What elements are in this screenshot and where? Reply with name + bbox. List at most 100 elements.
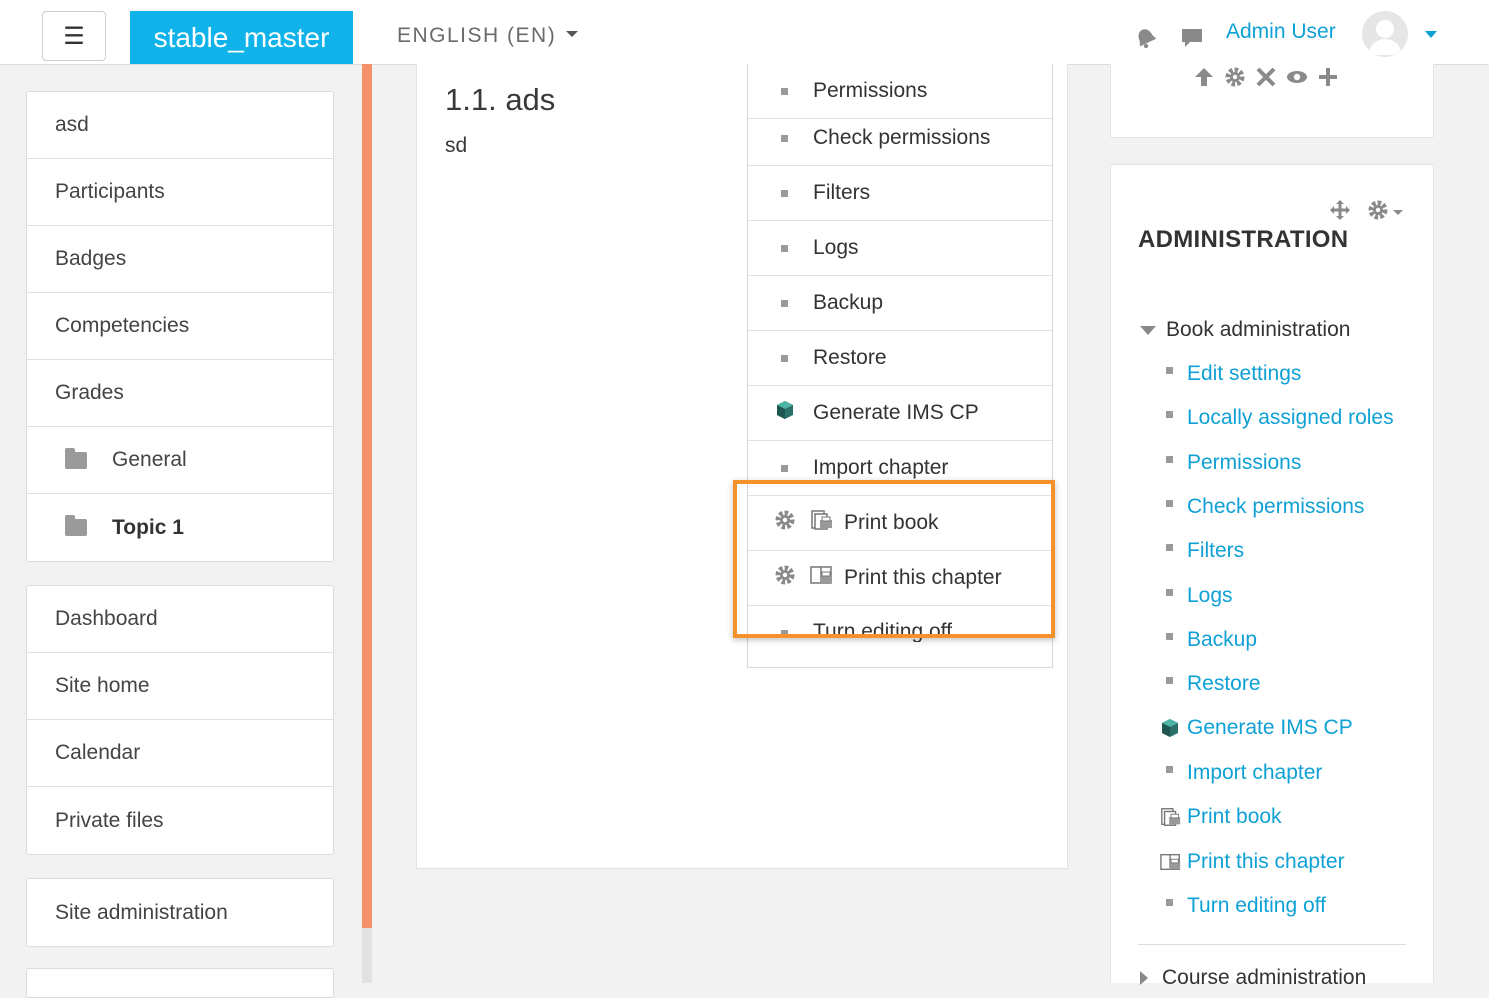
admin-link-locally-assigned-roles[interactable]: Locally assigned roles — [1160, 406, 1394, 430]
divider — [1138, 944, 1406, 945]
drawer-edge — [362, 64, 372, 928]
nav-item-label: Site administration — [55, 900, 228, 924]
nav-card-partial — [26, 968, 334, 998]
language-label: ENGLISH (EN) — [397, 24, 557, 47]
chat-icon[interactable] — [1180, 26, 1204, 55]
admin-link-generate-ims-cp[interactable]: Generate IMS CP — [1160, 716, 1353, 740]
block-controls — [1193, 66, 1339, 93]
bullet-icon — [781, 299, 788, 307]
nav-item-calendar[interactable]: Calendar — [27, 720, 333, 787]
bullet-icon — [1166, 765, 1173, 773]
plus-icon[interactable] — [1317, 66, 1339, 93]
nav-item-label: Grades — [55, 381, 124, 404]
admin-link-edit-settings[interactable]: Edit settings — [1160, 362, 1301, 386]
language-menu[interactable]: ENGLISH (EN) — [397, 24, 579, 48]
admin-link-restore[interactable]: Restore — [1160, 672, 1261, 696]
admin-link-label: Permissions — [1187, 451, 1302, 474]
admin-link-turn-editing-off[interactable]: Turn editing off — [1160, 894, 1326, 918]
nav-item-competencies[interactable]: Competencies — [27, 293, 333, 360]
user-menu-chevron-icon[interactable] — [1425, 31, 1437, 38]
menu-item-logs[interactable]: Logs — [748, 221, 1052, 276]
nav-item-label: Calendar — [55, 741, 141, 764]
admin-link-label: Locally assigned roles — [1187, 406, 1394, 429]
move-icon[interactable] — [1329, 199, 1351, 226]
admin-link-label: Backup — [1187, 628, 1258, 651]
bell-icon[interactable] — [1134, 26, 1158, 55]
nav-item-label: Private files — [55, 808, 164, 832]
menu-item-label: Check permissions — [813, 126, 991, 149]
gear-icon — [1367, 199, 1389, 226]
menu-item-label: Logs — [813, 236, 859, 259]
nav-item-label: Competencies — [55, 314, 190, 337]
admin-link-print-book[interactable]: Print book — [1160, 805, 1282, 829]
bullet-icon — [1166, 543, 1173, 551]
admin-link-check-permissions[interactable]: Check permissions — [1160, 495, 1364, 519]
book-administration-toggle[interactable]: Book administration — [1140, 318, 1350, 342]
menu-item-label: Import chapter — [813, 456, 949, 479]
nav-item-label: Badges — [55, 247, 127, 270]
caret-down-icon — [1140, 325, 1156, 335]
admin-link-print-chapter[interactable]: Print this chapter — [1160, 850, 1345, 874]
menu-item-restore[interactable]: Restore — [748, 331, 1052, 386]
arrow-up-icon[interactable] — [1193, 66, 1215, 93]
user-name[interactable]: Admin User — [1226, 20, 1336, 44]
chapter-title: 1.1. ads — [445, 82, 556, 117]
nav-item-badges[interactable]: Badges — [27, 226, 333, 293]
course-administration-toggle[interactable]: Course administration — [1140, 966, 1366, 990]
admin-link-label: Turn editing off — [1187, 894, 1326, 917]
admin-link-logs[interactable]: Logs — [1160, 584, 1233, 608]
bullet-icon — [781, 87, 788, 95]
chevron-down-icon — [566, 31, 579, 38]
nav-item-topic-1[interactable]: Topic 1 — [27, 494, 333, 561]
cube-icon — [775, 400, 795, 426]
admin-nav-card: Site administration — [26, 878, 334, 947]
nav-item-label: asd — [55, 113, 89, 136]
admin-link-filters[interactable]: Filters — [1160, 539, 1244, 563]
nav-item-private-files[interactable]: Private files — [27, 787, 333, 854]
eye-icon[interactable] — [1286, 66, 1308, 93]
highlight-box — [733, 480, 1055, 638]
bullet-icon — [781, 134, 788, 142]
bullet-icon — [781, 464, 788, 472]
admin-link-import-chapter[interactable]: Import chapter — [1160, 761, 1322, 785]
admin-link-backup[interactable]: Backup — [1160, 628, 1257, 652]
nav-item-label: Site home — [55, 674, 150, 697]
admin-link-label: Print this chapter — [1187, 850, 1345, 873]
bullet-icon — [1166, 632, 1173, 640]
block-top — [1110, 64, 1434, 138]
bullet-icon — [1166, 366, 1173, 374]
site-brand-link[interactable]: stable_master — [130, 11, 353, 64]
nav-item-grades[interactable]: Grades — [27, 360, 333, 427]
admin-link-permissions[interactable]: Permissions — [1160, 451, 1301, 475]
menu-item-label: Backup — [813, 291, 884, 314]
menu-item-filters[interactable]: Filters — [748, 166, 1052, 221]
bullet-icon — [1166, 410, 1173, 418]
block-actions-menu[interactable] — [1367, 199, 1403, 226]
nav-item-label: Topic 1 — [112, 515, 184, 539]
menu-item-backup[interactable]: Backup — [748, 276, 1052, 331]
menu-item-check-permissions[interactable]: Check permissions — [748, 111, 1052, 166]
nav-item-dashboard[interactable]: Dashboard — [27, 586, 333, 653]
nav-item-general[interactable]: General — [27, 427, 333, 494]
admin-link-label: Filters — [1187, 539, 1245, 562]
nav-item-participants[interactable]: Participants — [27, 159, 333, 226]
close-icon[interactable] — [1255, 66, 1277, 93]
nav-item-site-home[interactable]: Site home — [27, 653, 333, 720]
drawer-edge-lower — [362, 928, 372, 983]
menu-item-generate-ims-cp[interactable]: Generate IMS CP — [748, 386, 1052, 441]
bullet-icon — [781, 354, 788, 362]
section-label: Book administration — [1166, 318, 1351, 341]
menu-toggle-button[interactable]: ☰ — [42, 11, 106, 61]
admin-link-label: Import chapter — [1187, 761, 1323, 784]
print-chapter-icon — [1160, 851, 1182, 873]
bullet-icon — [1166, 455, 1173, 463]
gear-icon[interactable] — [1224, 66, 1246, 93]
nav-item-label: Participants — [55, 180, 165, 203]
avatar[interactable] — [1362, 11, 1408, 57]
nav-item-course[interactable]: asd — [27, 92, 333, 159]
nav-item-site-administration[interactable]: Site administration — [27, 879, 333, 946]
admin-link-label: Print book — [1187, 805, 1282, 828]
site-nav-card: Dashboard Site home Calendar Private fil… — [26, 585, 334, 855]
menu-clip — [748, 642, 1052, 667]
menu-item-label: Restore — [813, 346, 887, 369]
